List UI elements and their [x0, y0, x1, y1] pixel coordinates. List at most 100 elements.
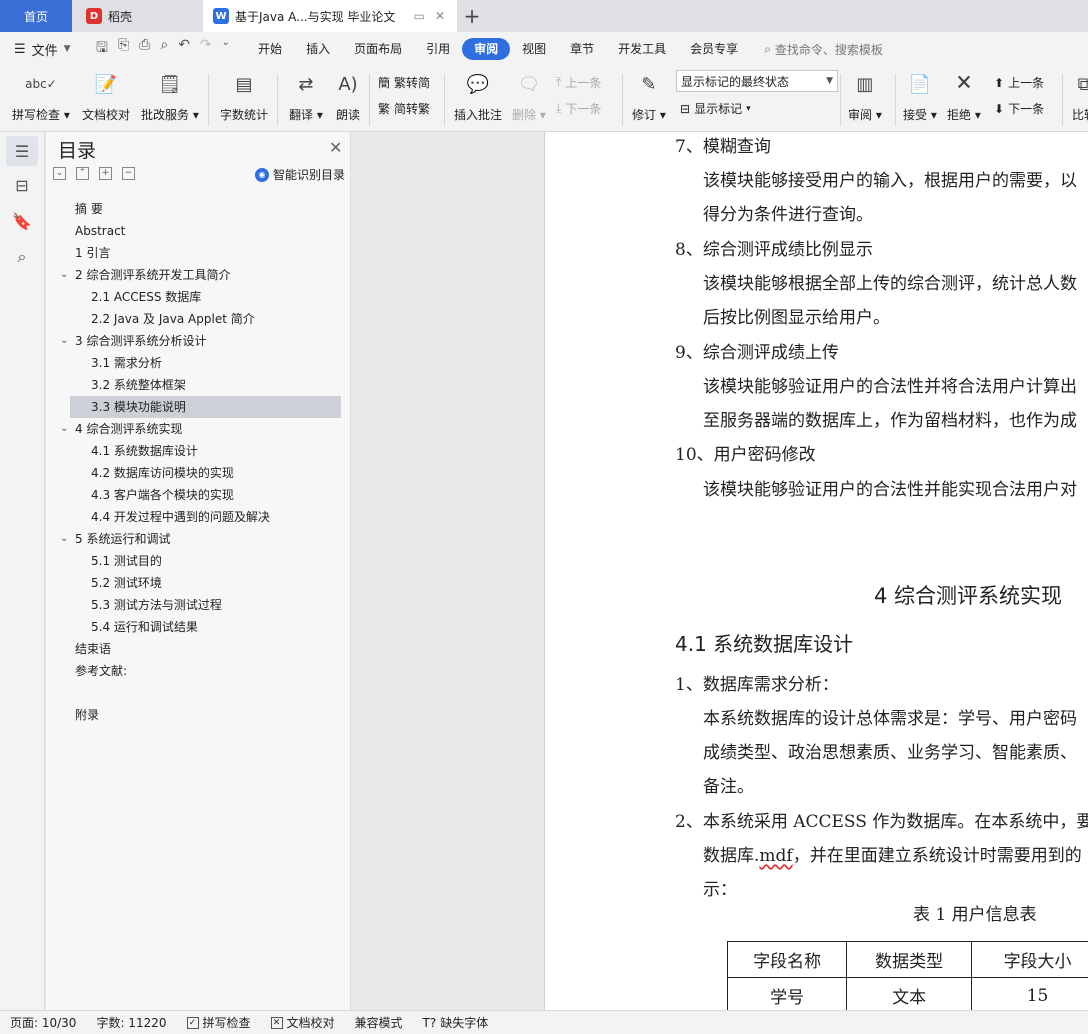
tab-daoke[interactable]: D 稻壳 [80, 0, 200, 32]
next-change-icon: ⬇ [994, 101, 1005, 116]
chevron-down-icon[interactable]: ⌄ [60, 330, 68, 352]
toc-item[interactable]: 1 引言 [46, 242, 351, 264]
save-icon[interactable]: 🖫 [96, 37, 108, 61]
document-canvas[interactable]: 7、模糊查询 该模块能够接受用户的输入，根据用户的需要，以 得分为条件进行查询。… [352, 132, 1088, 1010]
missing-font-status[interactable]: T? 缺失字体 [413, 1014, 499, 1031]
markup-mode-select[interactable]: 显示标记的最终状态 ▼ [676, 70, 838, 92]
toc-panel: 目录 ✕ ⌄ ⌃ + − ◉ 智能识别目录 摘 要 Abstract 1 引言 ⌄ 2 … [46, 132, 351, 1010]
word-count-button[interactable]: ▤ 字数统计 [220, 70, 268, 123]
toc-item[interactable]: ⌄ 2 综合测评系统开发工具简介 [46, 264, 351, 286]
spell-check-button[interactable]: abc✓ 拼写检查 ▾ [12, 70, 70, 123]
toc-item[interactable]: 附录 [46, 704, 351, 726]
toc-item[interactable]: 结束语 [46, 638, 351, 660]
toc-item[interactable]: 摘 要 [46, 198, 351, 220]
file-menu[interactable]: ☰ 文件 ▼ [0, 40, 86, 59]
read-aloud-button[interactable]: A) 朗读 [334, 70, 362, 123]
close-icon[interactable]: ✕ [329, 138, 342, 157]
toc-item[interactable]: Abstract [46, 220, 351, 242]
chevron-down-icon[interactable]: ⌄ [60, 528, 68, 550]
toc-panel-icon[interactable]: ☰ [6, 136, 38, 166]
redo-icon[interactable]: ↷ [200, 37, 212, 61]
track-changes-button[interactable]: ✎ 修订 ▾ [632, 70, 666, 123]
smart-toc-button[interactable]: ◉ 智能识别目录 [255, 166, 345, 183]
toc-item[interactable]: 4.2 数据库访问模块的实现 [46, 462, 351, 484]
document-page[interactable]: 7、模糊查询 该模块能够接受用户的输入，根据用户的需要，以 得分为条件进行查询。… [544, 132, 1088, 1010]
toc-item[interactable]: ⌄ 4 综合测评系统实现 [46, 418, 351, 440]
outline-panel-icon[interactable]: ⊟ [6, 170, 38, 200]
review-service-button[interactable]: 🗒 批改服务 ▾ [141, 70, 199, 123]
chevron-down-icon[interactable]: ⌄ [60, 264, 68, 286]
menu-tab[interactable]: 页面布局 [342, 38, 414, 60]
toc-item-label: 5.4 运行和调试结果 [91, 620, 198, 634]
spelling-error-mark[interactable]: mdf [759, 846, 792, 866]
menu-tab[interactable]: 审阅 [462, 38, 511, 60]
simp-to-trad-button[interactable]: 繁 简转繁 [378, 100, 430, 117]
compare-icon: ⧉ [1077, 73, 1088, 95]
toc-item[interactable]: 5.2 测试环境 [46, 572, 351, 594]
accept-button[interactable]: 📄 接受 ▾ [903, 70, 937, 123]
toc-item[interactable] [46, 682, 351, 704]
reject-button[interactable]: 🗙 拒绝 ▾ [947, 70, 981, 123]
ribbon-divider [1062, 74, 1063, 126]
export-icon[interactable]: ⎘ [118, 37, 129, 61]
simp-to-trad-icon: 繁 [378, 102, 391, 116]
preview-icon[interactable]: ⌕ [160, 37, 168, 61]
toc-item[interactable]: ⌄ 3 综合测评系统分析设计 [46, 330, 351, 352]
toc-item[interactable]: 4.4 开发过程中遇到的问题及解决 [46, 506, 351, 528]
add-heading-icon[interactable]: + [99, 167, 112, 180]
menu-tab[interactable]: 开发工具 [606, 38, 678, 60]
toc-item[interactable]: 2.1 ACCESS 数据库 [46, 286, 351, 308]
review-pane-button[interactable]: ▥ 审阅 ▾ [848, 70, 882, 123]
doc-proof-button[interactable]: 📝 文档校对 [82, 70, 130, 123]
delete-comment-button[interactable]: 🗨 删除 ▾ [512, 70, 546, 123]
doc-proof-status[interactable]: ✕ 文档校对 [261, 1014, 345, 1031]
toc-item[interactable]: 5.4 运行和调试结果 [46, 616, 351, 638]
tab-pin-icon[interactable]: ▭ [414, 9, 425, 23]
next-change-button[interactable]: ⬇ 下一条 [994, 100, 1044, 117]
trad-to-simp-button[interactable]: 簡 繁转简 [378, 74, 430, 91]
toc-item[interactable]: 3.1 需求分析 [46, 352, 351, 374]
undo-icon[interactable]: ↶ [178, 37, 190, 61]
remove-heading-icon[interactable]: − [122, 167, 135, 180]
insert-comment-button[interactable]: 💬 插入批注 [454, 70, 502, 123]
chevron-down-icon[interactable]: ⌄ [60, 418, 68, 440]
ribbon-divider [208, 74, 209, 126]
tab-home[interactable]: 首页 [0, 0, 72, 32]
toc-item[interactable]: 3.3 模块功能说明 [70, 396, 341, 418]
toc-item[interactable]: 5.1 测试目的 [46, 550, 351, 572]
toc-item[interactable]: 5.3 测试方法与测试过程 [46, 594, 351, 616]
menu-tab[interactable]: 引用 [414, 38, 462, 60]
print-icon[interactable]: ⎙ [139, 37, 150, 61]
menu-tab[interactable]: 插入 [294, 38, 342, 60]
tab-document[interactable]: W 基于Java A...与实现 毕业论文 ▭ ✕ [203, 0, 457, 32]
menu-tab[interactable]: 视图 [510, 38, 558, 60]
page-indicator[interactable]: 页面: 10/30 [0, 1014, 86, 1031]
tab-close-icon[interactable]: ✕ [435, 9, 445, 23]
expand-all-icon[interactable]: ⌃ [76, 167, 89, 180]
compare-button[interactable]: ⧉ 比较 [1070, 70, 1088, 123]
prev-comment-button[interactable]: ⤒ 上一条 [556, 74, 601, 91]
prev-change-button[interactable]: ⬆ 上一条 [994, 74, 1044, 91]
command-search[interactable]: ⌕ 查找命令、搜索模板 [764, 41, 883, 58]
toc-item[interactable]: ⌄ 5 系统运行和调试 [46, 528, 351, 550]
toc-item[interactable]: 4.1 系统数据库设计 [46, 440, 351, 462]
quick-access-dropdown-icon[interactable]: ⌄ [222, 37, 230, 61]
toc-item[interactable]: 3.2 系统整体框架 [46, 374, 351, 396]
bookmark-icon[interactable]: 🔖 [6, 206, 38, 236]
doc-line: 10、用户密码修改 [675, 445, 816, 465]
toc-item[interactable]: 参考文献: [46, 660, 351, 682]
next-comment-button[interactable]: ⤓ 下一条 [556, 100, 601, 117]
menu-tab[interactable]: 会员专享 [678, 38, 750, 60]
menu-tab[interactable]: 章节 [558, 38, 606, 60]
toc-item[interactable]: 4.3 客户端各个模块的实现 [46, 484, 351, 506]
menu-tab[interactable]: 开始 [246, 38, 294, 60]
translate-button[interactable]: ⇄ 翻译 ▾ [289, 70, 323, 123]
collapse-all-icon[interactable]: ⌄ [53, 167, 66, 180]
word-count-indicator[interactable]: 字数: 11220 [86, 1014, 176, 1031]
show-markup-button[interactable]: ⊟ 显示标记 ▾ [680, 100, 751, 117]
toc-item[interactable]: 2.2 Java 及 Java Applet 简介 [46, 308, 351, 330]
search-icon[interactable]: ⌕ [6, 242, 38, 272]
toc-item-label: 附录 [75, 708, 100, 722]
new-tab-button[interactable]: + [460, 4, 484, 28]
spell-check-status[interactable]: ✓ 拼写检查 [177, 1014, 261, 1031]
